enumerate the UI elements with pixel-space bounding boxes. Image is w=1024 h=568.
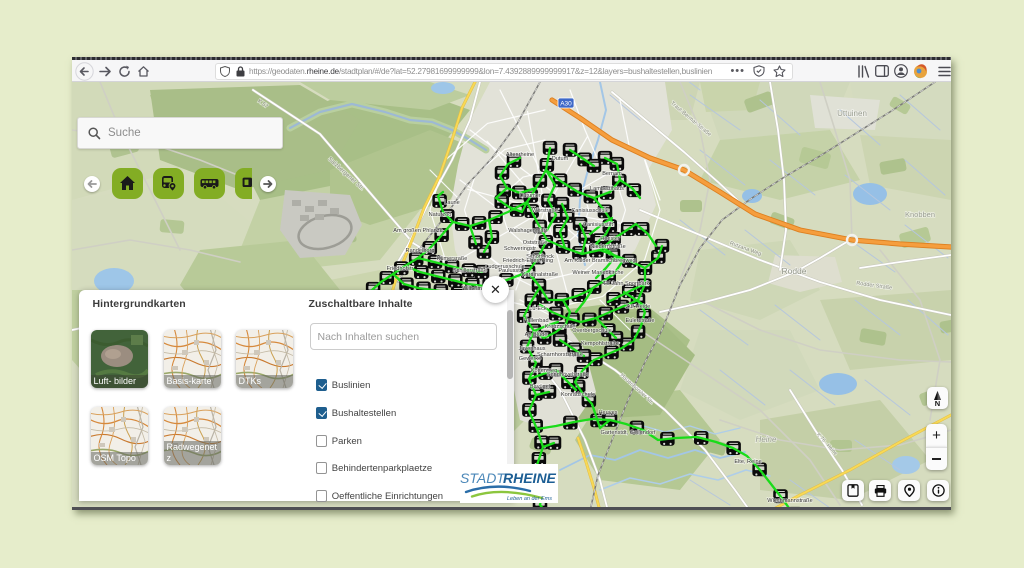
svg-text:Heine: Heine [756,435,777,444]
svg-text:Kardinalstraße: Kardinalstraße [522,272,558,278]
svg-text:Elte, Reine: Elte, Reine [734,459,761,465]
svg-text:Gartenstdt, Geilendorf: Gartenstdt, Geilendorf [600,430,655,436]
svg-text:Paulusstr: Paulusstr [498,268,521,274]
svg-text:Wiechmannstraße: Wiechmannstraße [767,498,812,504]
svg-text:TV Jahn Sportpark: TV Jahn Sportpark [603,281,650,287]
svg-text:Canisiusschule: Canisiusschule [571,208,609,214]
svg-text:Sandhövelstraße: Sandhövelstraße [547,372,589,378]
svg-text:Hallenbad: Hallenbad [523,318,548,324]
svg-text:Wörstraße: Wörstraße [532,208,558,214]
svg-text:Kümersraße: Kümersraße [437,256,468,262]
svg-text:Naturzoo: Naturzoo [429,212,452,218]
svg-text:Overbergschule: Overbergschule [572,328,612,334]
svg-text:Zur Heide: Zur Heide [626,304,651,310]
svg-text:Dutumer: Dutumer [519,193,541,199]
svg-text:N: N [935,399,940,407]
svg-text:Lü-Eck: Lü-Eck [529,306,547,312]
svg-text:A30: A30 [560,101,572,108]
svg-text:Altenrheine: Altenrheine [506,152,534,158]
svg-text:Schweringstr: Schweringstr [504,246,536,252]
svg-text:STADT: STADT [460,470,506,486]
svg-text:Randelborg: Randelborg [406,248,435,254]
svg-text:Schillerstraße: Schillerstraße [453,268,487,274]
svg-text:Knobben: Knobben [905,210,935,219]
svg-text:Leben an der Ems: Leben an der Ems [507,496,552,502]
svg-text:Weiner Marienkirche: Weiner Marienkirche [572,270,623,276]
svg-text:Friedhofstr: Friedhofstr [387,266,414,272]
svg-text:Rodde: Rodde [781,266,806,276]
svg-text:Heuves: Heuves [599,410,618,416]
svg-text:Dutum: Dutum [552,156,569,162]
svg-text:Uttuinen: Uttuinen [837,109,867,118]
svg-text:Am großen Phlanze: Am großen Phlanze [393,228,442,234]
svg-text:Eulerstraße: Eulerstraße [626,318,655,324]
svg-text:Niedernstraße: Niedernstraße [590,244,625,250]
svg-text:Am Kalder Bramschbregweg: Am Kalder Bramschbregweg [564,258,635,264]
svg-text:Canisiusstift: Canisiusstift [583,222,614,228]
svg-text:RHEINE: RHEINE [503,470,557,486]
svg-text:Kreuzschule: Kreuzschule [545,324,576,330]
svg-text:Bavügel: Bavügel [530,384,550,390]
svg-text:Heester: Heester [600,236,620,242]
svg-text:Bernam: Bernam [602,171,622,177]
svg-text:Kempohlstraße: Kempohlstraße [581,341,619,347]
svg-text:Konradschule: Konradschule [561,392,595,398]
svg-text:Lambertihaus: Lambertihaus [590,186,624,192]
svg-text:Laune: Laune [444,200,460,206]
svg-text:Scharnhorststraße: Scharnhorststraße [537,352,583,358]
svg-text:An Blüde: An Blüde [525,332,548,338]
svg-text:Walshagenplatz: Walshagenplatz [508,228,548,234]
